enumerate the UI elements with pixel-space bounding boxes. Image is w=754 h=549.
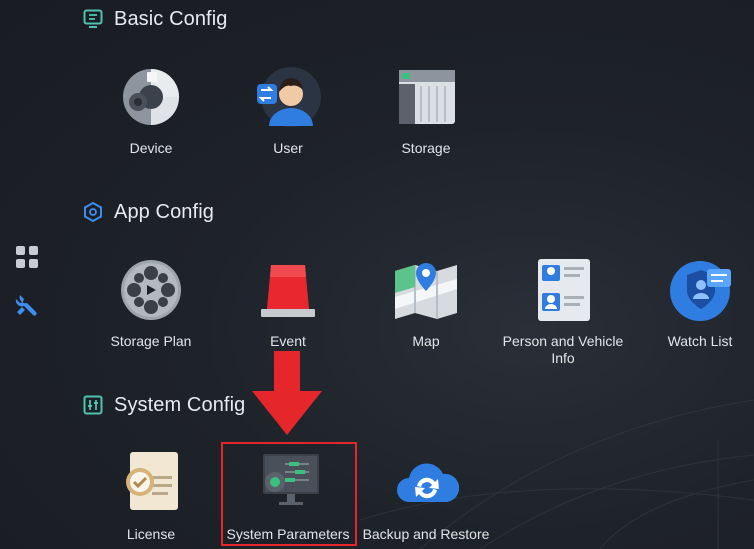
tile-license[interactable]: License bbox=[86, 450, 216, 543]
wrench-icon[interactable] bbox=[12, 290, 42, 320]
tile-device[interactable]: Device bbox=[86, 64, 216, 157]
annotation-arrow bbox=[252, 351, 322, 435]
storage-icon bbox=[393, 64, 459, 130]
section-app-config: App Config bbox=[82, 197, 214, 227]
id-card-icon bbox=[530, 257, 596, 323]
map-pin-icon bbox=[393, 257, 459, 323]
tile-backup-and-restore[interactable]: Backup and Restore bbox=[361, 450, 491, 543]
tile-event[interactable]: Event bbox=[223, 257, 353, 350]
section-basic-config: Basic Config bbox=[82, 4, 227, 34]
annotation-highlight-box bbox=[221, 442, 357, 546]
license-certificate-icon bbox=[118, 450, 184, 516]
tile-map[interactable]: Map bbox=[361, 257, 491, 350]
tile-person-and-vehicle-info[interactable]: Person and Vehicle Info bbox=[498, 257, 628, 367]
film-reel-icon bbox=[118, 257, 184, 323]
tile-watch-list[interactable]: Watch List bbox=[635, 257, 754, 350]
section-title: App Config bbox=[114, 200, 214, 223]
section-title: Basic Config bbox=[114, 7, 228, 30]
device-icon bbox=[118, 64, 184, 130]
tile-storage[interactable]: Storage bbox=[361, 64, 491, 157]
section-title: System Config bbox=[114, 393, 246, 416]
monitor-icon bbox=[82, 8, 104, 30]
watch-list-icon bbox=[667, 257, 733, 323]
cloud-sync-icon bbox=[393, 450, 460, 516]
user-icon bbox=[255, 64, 321, 130]
section-system-config: System Config bbox=[82, 390, 245, 420]
tile-user[interactable]: User bbox=[223, 64, 353, 157]
alarm-light-icon bbox=[255, 257, 321, 323]
sliders-icon bbox=[82, 394, 104, 416]
app-cube-icon bbox=[82, 201, 104, 223]
tile-storage-plan[interactable]: Storage Plan bbox=[86, 257, 216, 350]
apps-grid-icon[interactable] bbox=[12, 242, 42, 272]
